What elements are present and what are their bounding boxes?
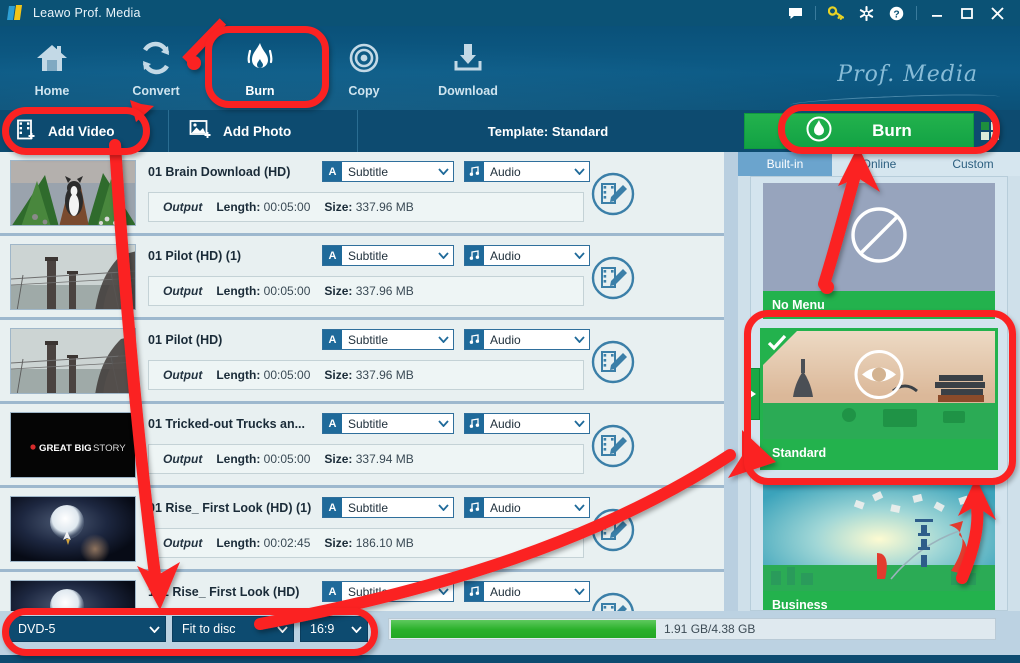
highlight-standard-template bbox=[744, 310, 1016, 485]
highlight-burn-button bbox=[778, 104, 1000, 154]
highlight-disc-settings bbox=[2, 608, 378, 656]
arrow-to-burn-button bbox=[818, 146, 880, 294]
application-window: Leawo Prof. Media ? Home Convert Burn Co… bbox=[0, 0, 1020, 663]
highlight-burn-nav bbox=[205, 26, 329, 108]
arrow-business-to-standard bbox=[956, 478, 996, 584]
arrow-standard-to-list bbox=[254, 430, 776, 630]
highlight-add-video bbox=[2, 107, 150, 155]
arrow-add-video-to-disc-settings bbox=[109, 139, 180, 610]
